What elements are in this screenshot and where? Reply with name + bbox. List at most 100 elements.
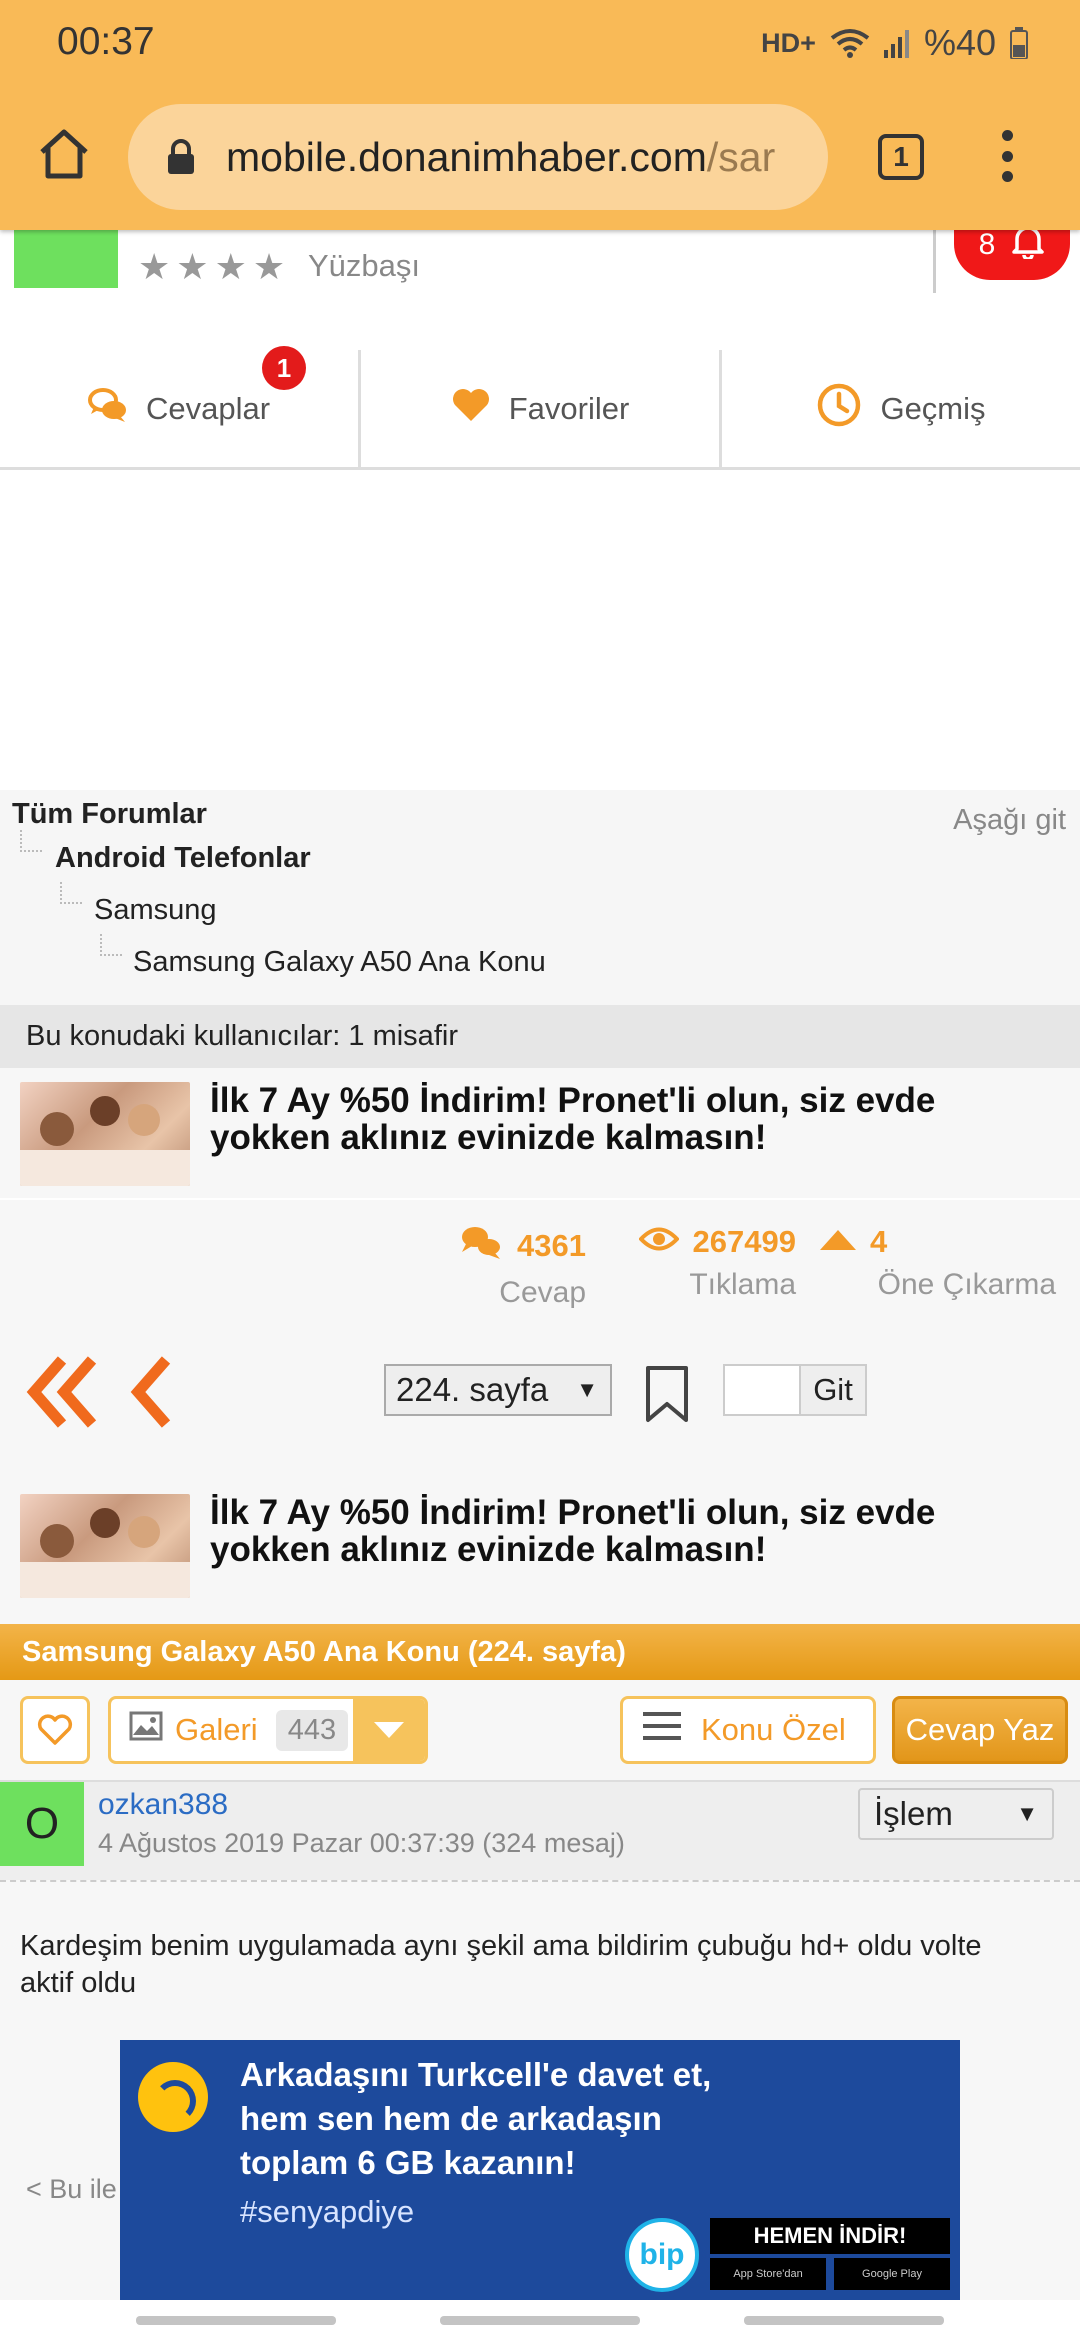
battery-percent: %40: [923, 22, 996, 63]
breadcrumb-topic[interactable]: Samsung Galaxy A50 Ana Konu: [133, 946, 546, 979]
breadcrumb-samsung[interactable]: Samsung: [94, 894, 217, 927]
tab-label: Cevaplar: [145, 390, 271, 426]
ad-image: [20, 1494, 190, 1598]
gallery-label: Galeri: [175, 1712, 258, 1747]
download-button[interactable]: HEMEN İNDİR!: [710, 2218, 950, 2254]
tab-switcher-button[interactable]: 1: [878, 134, 924, 180]
network-type: HD+: [761, 27, 816, 58]
chat-bubbles-icon: [87, 386, 128, 432]
lock-icon: [166, 139, 196, 175]
turkcell-logo: [138, 2062, 208, 2132]
gesture-bar: [440, 2316, 640, 2325]
gallery-count: 443: [275, 1709, 349, 1751]
post-header: O ozkan388 4 Ağustos 2019 Pazar 00:37:39…: [0, 1780, 1080, 1880]
ad-image: [20, 1082, 190, 1186]
turkcell-banner-ad[interactable]: Arkadaşını Turkcell'e davet et, hem sen …: [120, 2040, 960, 2300]
status-time: 00:37: [57, 20, 155, 63]
post-action-value: İşlem: [874, 1795, 953, 1832]
gesture-bar: [744, 2316, 944, 2325]
bookmark-icon[interactable]: [644, 1364, 690, 1424]
post-username[interactable]: ozkan388: [98, 1788, 228, 1822]
replies-count: 4361: [517, 1228, 586, 1263]
banner-line-2: hem sen hem de arkadaşın: [240, 2100, 662, 2137]
tab-cevaplar[interactable]: Cevaplar 1: [0, 346, 358, 467]
favorite-topic-button[interactable]: [20, 1696, 90, 1764]
image-icon: [129, 1711, 163, 1749]
gallery-button[interactable]: Galeri 443: [108, 1696, 428, 1764]
chevron-down-icon[interactable]: [353, 1699, 425, 1761]
heart-outline-icon: [37, 1714, 73, 1745]
url-path: /sar: [706, 133, 776, 180]
jump-down-link[interactable]: Aşağı git: [953, 804, 1066, 837]
battery-icon: [1010, 27, 1028, 59]
ad-text: İlk 7 Ay %50 İndirim! Pronet'li olun, si…: [210, 1493, 936, 1569]
star-icon: ★: [176, 246, 209, 287]
triangle-up-icon: [820, 1224, 856, 1260]
highlights-stat: 4 Öne Çıkarma: [820, 1224, 1056, 1302]
divider: [933, 225, 936, 293]
views-label: Tıklama: [689, 1268, 796, 1301]
heart-icon: [451, 387, 491, 431]
address-bar[interactable]: mobile.donanimhaber.com/sar: [128, 104, 828, 210]
first-page-icon[interactable]: [26, 1354, 102, 1435]
post-text: Kardeşim benim uygulamada aynı şekil ama…: [20, 1930, 982, 1999]
breadcrumb-all-forums[interactable]: Tüm Forumlar: [12, 798, 207, 831]
tab-favoriler[interactable]: Favoriler: [358, 350, 719, 467]
ad-text: İlk 7 Ay %50 İndirim! Pronet'li olun, si…: [210, 1081, 936, 1157]
tab-label: Geçmiş: [880, 390, 986, 426]
chat-bubbles-icon: [459, 1224, 503, 1268]
overflow-menu-icon[interactable]: [1000, 130, 1014, 182]
options-label: Konu Özel: [701, 1712, 846, 1747]
app-store-badge[interactable]: App Store'dan: [710, 2258, 826, 2290]
star-icon: ★: [214, 246, 247, 287]
banner-line-3: toplam 6 GB kazanın!: [240, 2144, 576, 2181]
google-play-badge[interactable]: Google Play: [834, 2258, 950, 2290]
views-stat: 267499 Tıklama: [620, 1224, 796, 1302]
replies-label: Cevap: [499, 1276, 586, 1309]
goto-page-button[interactable]: Git: [799, 1364, 867, 1416]
replies-stat: 4361 Cevap: [456, 1224, 586, 1310]
sponsored-ad[interactable]: İlk 7 Ay %50 İndirim! Pronet'li olun, si…: [0, 1480, 1080, 1610]
home-icon[interactable]: [34, 124, 94, 184]
post-action-select[interactable]: İşlem ▼: [858, 1788, 1054, 1840]
tree-line: [100, 934, 122, 956]
tree-line: [60, 882, 82, 904]
star-icon: ★: [138, 246, 171, 287]
status-icons: HD+ %40: [761, 22, 1028, 64]
banner-hashtag: #senyapdiye: [240, 2194, 415, 2229]
topic-stats: 4361 Cevap 267499 Tıklama 4 Öne Çıkarma: [0, 1200, 1080, 1320]
signal-icon: [883, 28, 910, 58]
topic-title: Samsung Galaxy A50 Ana Konu (224. sayfa): [0, 1624, 1080, 1680]
user-rank: Yüzbaşı: [308, 248, 421, 283]
breadcrumb: Tüm Forumlar Android Telefonlar Samsung …: [0, 790, 1080, 1005]
wifi-icon: [830, 28, 870, 58]
url-text: mobile.donanimhaber.com/sar: [226, 134, 775, 181]
browser-chrome: 00:37 HD+ %40 mobile.donanimhaber.com/sa…: [0, 0, 1080, 230]
topic-options-button[interactable]: Konu Özel: [620, 1696, 876, 1764]
post-meta: 4 Ağustos 2019 Pazar 00:37:39 (324 mesaj…: [98, 1828, 625, 1858]
spacer: [0, 1610, 1080, 1624]
page-select-value: 224. sayfa: [396, 1371, 549, 1408]
gesture-bar: [136, 2316, 336, 2325]
tab-label: Favoriler: [508, 390, 630, 426]
reply-button[interactable]: Cevap Yaz: [892, 1696, 1068, 1764]
tab-gecmis[interactable]: Geçmiş: [719, 350, 1080, 467]
views-count: 267499: [692, 1224, 796, 1259]
store-badges: App Store'dan Google Play: [710, 2258, 950, 2290]
sponsored-ad[interactable]: İlk 7 Ay %50 İndirim! Pronet'li olun, si…: [0, 1068, 1080, 1198]
highlights-label: Öne Çıkarma: [877, 1268, 1056, 1301]
rank-stars: ★ ★ ★ ★: [138, 246, 285, 288]
star-icon: ★: [252, 246, 286, 287]
goto-page-input[interactable]: [723, 1364, 799, 1416]
forum-nav-tabs: Cevaplar 1 Favoriler Geçmiş: [0, 346, 1080, 470]
post-avatar[interactable]: O: [0, 1782, 84, 1866]
breadcrumb-android-phones[interactable]: Android Telefonlar: [55, 842, 311, 875]
page-select[interactable]: 224. sayfa ▼: [384, 1364, 612, 1416]
previous-page-icon[interactable]: [126, 1354, 176, 1435]
post-footer-link[interactable]: < Bu ile: [26, 2174, 117, 2205]
eye-icon: [637, 1224, 680, 1260]
highlights-count: 4: [870, 1224, 888, 1259]
bip-logo: bip: [625, 2218, 699, 2292]
url-host: mobile.donanimhaber.com: [226, 133, 707, 180]
users-in-topic: Bu konudaki kullanıcılar: 1 misafir: [0, 1005, 1080, 1068]
